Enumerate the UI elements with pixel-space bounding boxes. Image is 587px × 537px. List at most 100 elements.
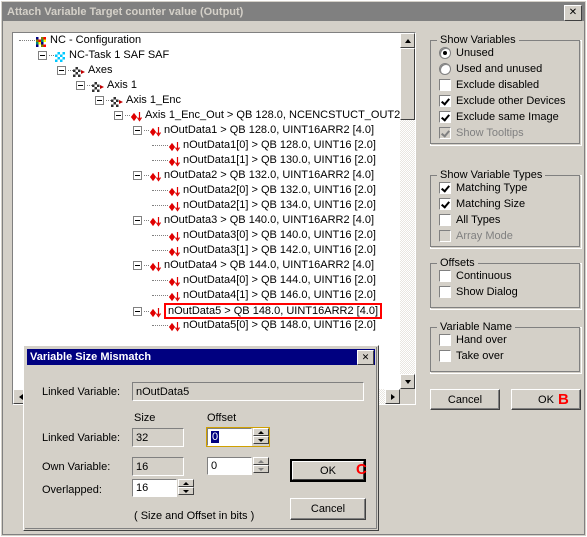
show-variable-types-option-3[interactable]: All Types xyxy=(439,214,500,226)
checkbox-icon[interactable] xyxy=(439,95,451,107)
tree-item[interactable]: nOutData4 > QB 144.0, UINT16ARR2 [4.0] xyxy=(13,258,402,273)
tree-item-separator: > xyxy=(248,199,261,211)
group-title-show-variables: Show Variables xyxy=(437,34,519,46)
checkbox-icon[interactable] xyxy=(439,182,451,194)
tree-item[interactable]: Axis 1 xyxy=(13,78,402,93)
tree-item[interactable]: Axes xyxy=(13,63,402,78)
tree-expander-collapse[interactable] xyxy=(57,65,66,75)
offset-value[interactable]: 0 xyxy=(207,428,252,446)
tree-item[interactable]: nOutData5[0] > QB 148.0, UINT16 [2.0] xyxy=(13,318,402,333)
output-var-icon xyxy=(168,185,181,197)
checkbox-icon[interactable] xyxy=(439,214,451,226)
show-variables-option-4[interactable]: Exclude other Devices xyxy=(439,95,565,107)
radio-icon[interactable] xyxy=(439,63,451,75)
tree-expander-collapse[interactable] xyxy=(114,110,123,120)
tree-item-separator: > xyxy=(248,229,261,241)
show-variables-option-6: Show Tooltips xyxy=(439,127,524,139)
tree-item-label: Axis 1_Enc_Out xyxy=(145,109,224,121)
scroll-up-button[interactable] xyxy=(400,33,415,48)
tree-expander-collapse[interactable] xyxy=(133,260,142,270)
tree-item[interactable]: Axis 1_Enc_Out > QB 128.0, NCENCSTUCT_OU… xyxy=(13,108,402,123)
tree-item[interactable]: nOutData3 > QB 140.0, UINT16ARR2 [4.0] xyxy=(13,213,402,228)
overlapped-spinner-up[interactable] xyxy=(178,479,194,487)
tree-item[interactable]: NC-Task 1 SAF SAF xyxy=(13,48,402,63)
tree-item[interactable]: nOutData1[0] > QB 128.0, UINT16 [2.0] xyxy=(13,138,402,153)
offset-spinner-up[interactable] xyxy=(253,428,269,436)
tree-item[interactable]: Axis 1_Enc xyxy=(13,93,402,108)
tree-item-separator: > xyxy=(248,289,261,301)
tree-item-label: nOutData2[1] xyxy=(183,199,249,211)
show-variables-option-2[interactable]: Used and unused xyxy=(439,63,542,75)
tree-expander-collapse[interactable] xyxy=(133,215,142,225)
overlapped-value[interactable]: 16 xyxy=(132,479,177,497)
checkbox-icon[interactable] xyxy=(439,350,451,362)
tree-item[interactable]: nOutData1 > QB 128.0, UINT16ARR2 [4.0] xyxy=(13,123,402,138)
tree-expander-collapse[interactable] xyxy=(76,80,85,90)
dialog-cancel-button[interactable]: Cancel xyxy=(290,498,366,520)
arrow-down-icon xyxy=(258,467,264,471)
tree-connector xyxy=(19,39,35,41)
overlapped-spinner-down[interactable] xyxy=(178,487,194,495)
tree-vertical-scrollbar[interactable] xyxy=(400,33,415,389)
option-label: Matching Size xyxy=(456,198,526,210)
tree-item[interactable]: nOutData2 > QB 132.0, UINT16ARR2 [4.0] xyxy=(13,168,402,183)
tree-item-separator: > xyxy=(248,184,261,196)
ok-button[interactable]: OK xyxy=(511,389,581,410)
tree-item-address: QB 140.0, UINT16 [2.0] xyxy=(260,229,376,241)
tree-expander-collapse[interactable] xyxy=(133,125,142,135)
offset-spinner[interactable]: 0 xyxy=(206,427,270,447)
tree-connector xyxy=(152,204,168,206)
dialog-close-icon[interactable]: ✕ xyxy=(357,350,374,365)
checkbox-icon[interactable] xyxy=(439,111,451,123)
tree-item-label: NC-Task 1 SAF SAF xyxy=(69,49,170,61)
offsets-option-1[interactable]: Continuous xyxy=(439,270,512,282)
group-title-variable-name: Variable Name xyxy=(437,321,515,333)
overlapped-spinner[interactable]: 16 xyxy=(132,479,194,497)
scroll-down-button[interactable] xyxy=(400,374,415,389)
vertical-scroll-thumb[interactable] xyxy=(400,48,415,120)
show-variables-option-1[interactable]: Unused xyxy=(439,47,494,59)
tree-item[interactable]: nOutData3[1] > QB 142.0, UINT16 [2.0] xyxy=(13,243,402,258)
show-variable-types-option-2[interactable]: Matching Size xyxy=(439,198,525,210)
tree-expander-collapse[interactable] xyxy=(133,170,142,180)
annotation-b: B xyxy=(558,391,569,408)
tree-item[interactable]: nOutData3[0] > QB 140.0, UINT16 [2.0] xyxy=(13,228,402,243)
variable-name-option-1[interactable]: Hand over xyxy=(439,334,507,346)
checkbox-icon[interactable] xyxy=(439,286,451,298)
tree-item-address: QB 148.0, UINT16 [2.0] xyxy=(260,319,376,331)
variable-tree[interactable]: NC - Configuration NC-Task 1 SAF SAF Axes A… xyxy=(13,33,402,391)
checkbox-icon[interactable] xyxy=(439,198,451,210)
arrow-down-icon xyxy=(258,438,264,442)
offset-spinner-down[interactable] xyxy=(253,436,269,444)
checkbox-icon[interactable] xyxy=(439,79,451,91)
tree-expander-collapse[interactable] xyxy=(133,306,142,316)
checkbox-icon[interactable] xyxy=(439,270,451,282)
show-variables-option-3[interactable]: Exclude disabled xyxy=(439,79,539,91)
radio-icon[interactable] xyxy=(439,47,451,59)
offsets-option-2[interactable]: Show Dialog xyxy=(439,286,518,298)
tree-item[interactable]: nOutData2[0] > QB 132.0, UINT16 [2.0] xyxy=(13,183,402,198)
close-icon[interactable]: ✕ xyxy=(564,5,582,21)
arrow-right-icon xyxy=(390,393,395,400)
dialog-ok-button[interactable]: OK xyxy=(290,459,366,482)
variable-name-option-2[interactable]: Take over xyxy=(439,350,504,362)
tree-item-selected[interactable]: nOutData5 > QB 148.0, UINT16ARR2 [4.0] xyxy=(13,303,402,319)
tree-item-address: QB 142.0, UINT16 [2.0] xyxy=(260,244,376,256)
tree-item[interactable]: nOutData1[1] > QB 130.0, UINT16 [2.0] xyxy=(13,153,402,168)
tree-item[interactable]: nOutData2[1] > QB 134.0, UINT16 [2.0] xyxy=(13,198,402,213)
tree-item[interactable]: NC - Configuration xyxy=(13,33,402,48)
scroll-right-button[interactable] xyxy=(385,389,400,404)
tree-item-address: QB 146.0, UINT16 [2.0] xyxy=(260,289,376,301)
offset-value[interactable]: 0 xyxy=(207,457,252,475)
output-var-icon xyxy=(168,320,181,332)
offset-spinner[interactable]: 0 xyxy=(207,457,269,475)
checkbox-icon[interactable] xyxy=(439,334,451,346)
tree-expander-collapse[interactable] xyxy=(38,50,47,60)
offset-spinner-down xyxy=(253,465,269,473)
show-variables-option-5[interactable]: Exclude same Image xyxy=(439,111,559,123)
tree-item[interactable]: nOutData4[1] > QB 146.0, UINT16 [2.0] xyxy=(13,288,402,303)
tree-expander-collapse[interactable] xyxy=(95,95,104,105)
cancel-button[interactable]: Cancel xyxy=(430,389,500,410)
show-variable-types-option-1[interactable]: Matching Type xyxy=(439,182,527,194)
tree-item[interactable]: nOutData4[0] > QB 144.0, UINT16 [2.0] xyxy=(13,273,402,288)
